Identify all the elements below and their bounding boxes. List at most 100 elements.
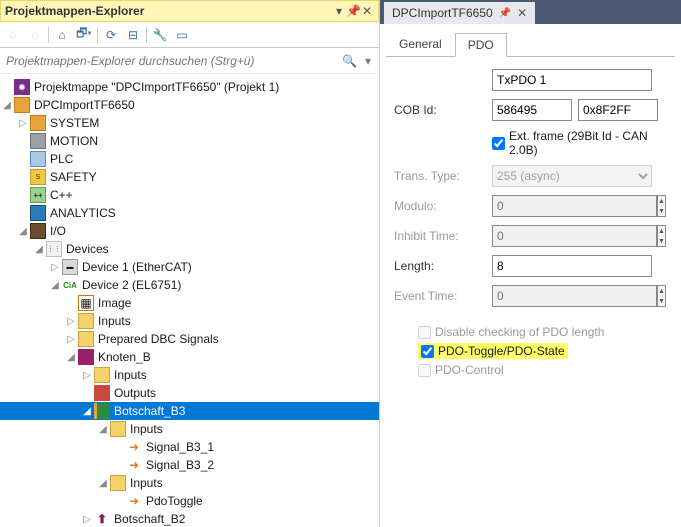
document-tab[interactable]: DPCImportTF6650 📌 ✕ — [384, 2, 535, 24]
image-icon: ▦ — [78, 295, 94, 311]
tree-node-image[interactable]: ▦Image — [0, 294, 379, 312]
cpp-icon: ++ — [30, 187, 46, 203]
close-icon[interactable]: ✕ — [360, 4, 374, 18]
properties-icon[interactable]: 🔧 — [151, 26, 169, 44]
trans-label: Trans. Type: — [394, 169, 486, 183]
safety-icon: S — [30, 169, 46, 185]
tree-node-device2[interactable]: ◢CiADevice 2 (EL6751) — [0, 276, 379, 294]
cobid-dec-input[interactable] — [492, 99, 572, 121]
search-dropdown-icon[interactable]: ▾ — [361, 54, 375, 68]
message-icon: ⬆ — [94, 511, 110, 527]
document-tab-title: DPCImportTF6650 — [392, 6, 493, 20]
tree-node-signal-b3-2[interactable]: ➜Signal_B3_2 — [0, 456, 379, 474]
inputs-icon — [110, 475, 126, 491]
inputs-icon — [78, 313, 94, 329]
close-icon[interactable]: ✕ — [517, 6, 527, 20]
length-label: Length: — [394, 259, 486, 273]
io-icon — [30, 223, 46, 239]
tree-node-io[interactable]: ◢I/O — [0, 222, 379, 240]
motion-icon — [30, 133, 46, 149]
inhibit-spin: ▲▼ — [657, 225, 666, 247]
explorer-toolbar: ◌ ◌ ⌂ 🗗▾ ⟳ ⊟ 🔧 ▭ — [0, 22, 379, 48]
dropdown-icon[interactable]: ▾ — [332, 4, 346, 18]
solution-explorer-pane: Projektmappen-Explorer ▾ 📌 ✕ ◌ ◌ ⌂ 🗗▾ ⟳ … — [0, 0, 380, 527]
pdotoggle-icon: ➜ — [126, 493, 142, 509]
divider — [146, 27, 147, 43]
pdo-control-label: PDO-Control — [435, 363, 504, 377]
extframe-label: Ext. frame (29Bit Id - CAN 2.0B) — [509, 129, 667, 157]
cia-icon: CiA — [62, 277, 78, 293]
extframe-checkbox[interactable] — [492, 137, 505, 150]
pane-titlebar: Projektmappen-Explorer ▾ 📌 ✕ — [0, 0, 379, 22]
tab-pdo[interactable]: PDO — [455, 33, 507, 57]
tab-general[interactable]: General — [386, 32, 455, 56]
tree-node-inputs1[interactable]: ▷Inputs — [0, 312, 379, 330]
search-icon[interactable]: 🔍 — [338, 54, 361, 68]
device-icon: ▬ — [62, 259, 78, 275]
sync-icon[interactable]: 🗗▾ — [75, 26, 93, 44]
signal-icon: ➜ — [126, 439, 142, 455]
tree-node-signal-b3-1[interactable]: ➜Signal_B3_1 — [0, 438, 379, 456]
modulo-label: Modulo: — [394, 199, 486, 213]
tree-node-inputs2[interactable]: ▷Inputs — [0, 366, 379, 384]
search-input[interactable] — [4, 53, 338, 69]
solution-icon: ✹ — [14, 79, 30, 95]
pdo-toggle-label: PDO-Toggle/PDO-State — [438, 344, 565, 358]
trans-type-select: 255 (async) — [492, 165, 652, 187]
plc-icon — [30, 151, 46, 167]
project-node[interactable]: ◢DPCImportTF6650 — [0, 96, 379, 114]
disable-check-label: Disable checking of PDO length — [435, 325, 604, 339]
inputs-icon — [110, 421, 126, 437]
solution-node[interactable]: ✹Projektmappe "DPCImportTF6650" (Projekt… — [0, 78, 379, 96]
back-icon[interactable]: ◌ — [4, 26, 22, 44]
home-icon[interactable]: ⌂ — [53, 26, 71, 44]
explorer-search: 🔍 ▾ — [0, 48, 379, 74]
document-pane: DPCImportTF6650 📌 ✕ General PDO COB Id: … — [380, 0, 681, 527]
folder-icon — [78, 331, 94, 347]
devices-icon: ⋮⋮ — [46, 241, 62, 257]
tree-node-cpp[interactable]: ++C++ — [0, 186, 379, 204]
pdo-name-input[interactable] — [492, 69, 652, 91]
cobid-hex-input[interactable] — [578, 99, 658, 121]
tree-node-safety[interactable]: SSAFETY — [0, 168, 379, 186]
tree-node-inputs3[interactable]: ◢Inputs — [0, 420, 379, 438]
solution-tree[interactable]: ✹Projektmappe "DPCImportTF6650" (Projekt… — [0, 74, 379, 527]
tree-node-plc[interactable]: PLC — [0, 150, 379, 168]
pdo-control-checkbox — [418, 364, 431, 377]
tree-node-prepared[interactable]: ▷Prepared DBC Signals — [0, 330, 379, 348]
tree-node-botschaft-b3[interactable]: ◢Botschaft_B3 — [0, 402, 379, 420]
event-input — [492, 285, 657, 307]
refresh-icon[interactable]: ⟳ — [102, 26, 120, 44]
tree-node-outputs[interactable]: Outputs — [0, 384, 379, 402]
modulo-input — [492, 195, 657, 217]
pin-icon[interactable]: 📌 — [346, 4, 360, 18]
system-icon — [30, 115, 46, 131]
tree-node-analytics[interactable]: ANALYTICS — [0, 204, 379, 222]
inhibit-input — [492, 225, 657, 247]
length-input[interactable] — [492, 255, 652, 277]
document-tabs: DPCImportTF6650 📌 ✕ — [380, 0, 681, 24]
extframe-row: Ext. frame (29Bit Id - CAN 2.0B) — [394, 129, 667, 157]
tree-node-botschaft-b2[interactable]: ▷⬆Botschaft_B2 — [0, 510, 379, 527]
disable-check-checkbox — [418, 326, 431, 339]
property-tabs: General PDO — [386, 32, 675, 57]
tree-node-device1[interactable]: ▷▬Device 1 (EtherCAT) — [0, 258, 379, 276]
collapse-icon[interactable]: ⊟ — [124, 26, 142, 44]
divider — [97, 27, 98, 43]
inhibit-label: Inhibit Time: — [394, 229, 486, 243]
show-all-icon[interactable]: ▭ — [173, 26, 191, 44]
tree-node-devices[interactable]: ◢⋮⋮Devices — [0, 240, 379, 258]
tree-node-system[interactable]: ▷SYSTEM — [0, 114, 379, 132]
event-spin: ▲▼ — [657, 285, 666, 307]
forward-icon[interactable]: ◌ — [26, 26, 44, 44]
divider — [48, 27, 49, 43]
tree-node-motion[interactable]: MOTION — [0, 132, 379, 150]
tree-node-inputs4[interactable]: ◢Inputs — [0, 474, 379, 492]
tree-node-knoten-b[interactable]: ◢Knoten_B — [0, 348, 379, 366]
pdo-toggle-checkbox[interactable] — [421, 345, 434, 358]
signal-icon: ➜ — [126, 457, 142, 473]
pane-title: Projektmappen-Explorer — [5, 4, 332, 18]
pin-icon[interactable]: 📌 — [499, 8, 511, 19]
tree-node-pdotoggle[interactable]: ➜PdoToggle — [0, 492, 379, 510]
analytics-icon — [30, 205, 46, 221]
